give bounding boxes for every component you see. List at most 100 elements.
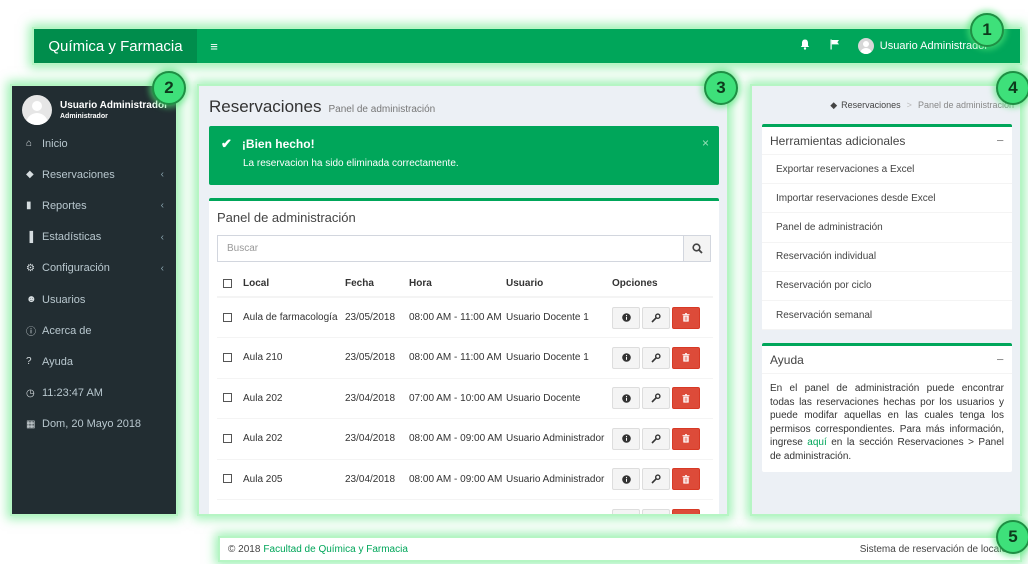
row-checkbox[interactable] xyxy=(223,312,232,322)
tool-link-4[interactable]: Reservación por ciclo xyxy=(762,272,1012,301)
cell-local: Aula de xyxy=(243,499,345,514)
marker-1: 1 xyxy=(970,13,1004,47)
tools-box-title: Herramientas adicionales xyxy=(770,133,906,148)
tool-link-1[interactable]: Importar reservaciones desde Excel xyxy=(762,184,1012,214)
info-button[interactable] xyxy=(612,468,640,491)
info-icon: ⓘ xyxy=(26,327,36,339)
chevron-left-icon: ‹ xyxy=(160,262,164,274)
sidebar-item-1[interactable]: ◆ Reservaciones ‹ xyxy=(12,159,176,190)
row-checkbox[interactable] xyxy=(223,393,232,403)
edit-button[interactable] xyxy=(642,346,670,369)
sidebar-item-2[interactable]: ▮ Reportes ‹ xyxy=(12,190,176,221)
column-header-fecha: Fecha xyxy=(345,271,409,298)
table-row: Aula 210 23/05/2018 08:00 AM - 11:00 AM Usu… xyxy=(217,337,713,379)
sidebar-item-6[interactable]: ⓘ Acerca de xyxy=(12,315,176,346)
sidebar-item-label: Usuarios xyxy=(42,293,86,306)
sidebar-item-8[interactable]: ◷ 11:23:47 AM xyxy=(12,378,176,409)
delete-button[interactable] xyxy=(672,508,700,514)
sidebar-item-7[interactable]: ? Ayuda xyxy=(12,346,176,377)
marker-5: 5 xyxy=(996,520,1028,554)
sidebar-user-panel: Usuario Administrador Administrador xyxy=(12,86,176,128)
row-checkbox[interactable] xyxy=(223,433,232,443)
info-button[interactable] xyxy=(612,387,640,410)
cell-usuario: Usuario Administrador xyxy=(506,459,612,500)
cell-hora: 08:00 AM - 09:00 AM xyxy=(409,418,506,460)
main-content: Reservaciones Panel de administración ✔ … xyxy=(199,86,727,514)
sidebar-item-label: 11:23:47 AM xyxy=(42,387,103,400)
column-header-opciones: Opciones xyxy=(612,271,713,298)
top-navbar: Química y Farmacia ≡ Usuario Administrad… xyxy=(34,29,1020,63)
delete-button[interactable] xyxy=(672,346,700,369)
check-icon: ✔ xyxy=(221,136,232,151)
edit-button[interactable] xyxy=(642,508,670,514)
brand-logo[interactable]: Química y Farmacia xyxy=(34,29,197,63)
info-button[interactable] xyxy=(612,508,640,514)
search-input[interactable] xyxy=(218,236,683,261)
info-icon xyxy=(621,434,631,444)
wrench-icon xyxy=(651,474,661,484)
edit-button[interactable] xyxy=(642,387,670,410)
cell-local: Aula 202 xyxy=(243,378,345,419)
select-all-checkbox[interactable] xyxy=(223,278,232,288)
footer: © 2018 Facultad de Química y Farmacia Si… xyxy=(220,538,1020,560)
cell-hora: 08:00 AM - 11:00 AM xyxy=(409,337,506,379)
alert-heading: ¡Bien hecho! xyxy=(241,137,315,151)
column-header-usuario: Usuario xyxy=(506,271,612,298)
reservations-table: Local Fecha Hora Usuario Opciones Aula d… xyxy=(217,271,713,514)
tool-link-0[interactable]: Exportar reservaciones a Excel xyxy=(762,155,1012,185)
info-button[interactable] xyxy=(612,427,640,450)
sidebar-item-3[interactable]: ▐ Estadísticas ‹ xyxy=(12,222,176,253)
help-link[interactable]: aquí xyxy=(807,437,826,448)
table-header-row: Local Fecha Hora Usuario Opciones xyxy=(217,271,713,298)
flag-icon[interactable] xyxy=(820,39,850,53)
wrench-icon xyxy=(651,434,661,444)
collapse-icon[interactable]: − xyxy=(996,352,1004,367)
cell-hora: 08:00 AM - 11:00 AM xyxy=(409,297,506,338)
marker-4: 4 xyxy=(996,71,1028,105)
sidebar-item-label: Reportes xyxy=(42,199,87,212)
sidebar-item-0[interactable]: ⌂ Inicio xyxy=(12,128,176,159)
delete-button[interactable] xyxy=(672,468,700,491)
alert-message: La reservacion ha sido eliminada correct… xyxy=(243,158,459,169)
help-text: En el panel de administración puede enco… xyxy=(762,374,1012,472)
users-icon: ☻ xyxy=(26,294,37,306)
bell-icon[interactable] xyxy=(790,39,820,53)
chevron-left-icon: ‹ xyxy=(160,200,164,212)
tool-link-5[interactable]: Reservación semanal xyxy=(762,301,1012,331)
edit-button[interactable] xyxy=(642,468,670,491)
hamburger-menu-icon[interactable]: ≡ xyxy=(201,39,227,54)
delete-button[interactable] xyxy=(672,427,700,450)
info-icon xyxy=(621,313,631,322)
edit-button[interactable] xyxy=(642,306,670,329)
tool-link-2[interactable]: Panel de administración xyxy=(762,213,1012,243)
sidebar-item-4[interactable]: ⚙ Configuración ‹ xyxy=(12,253,176,284)
cell-opciones xyxy=(612,499,713,514)
row-checkbox[interactable] xyxy=(223,352,232,362)
cell-opciones xyxy=(612,378,713,419)
sidebar-item-5[interactable]: ☻ Usuarios xyxy=(12,284,176,315)
table-row: Aula de 08:00 AM - 09:00 xyxy=(217,499,713,514)
info-button[interactable] xyxy=(612,346,640,369)
sidebar-menu: ⌂ Inicio ◆ Reservaciones ‹ ▮ Reportes ‹ ▐ Estadís… xyxy=(12,128,176,440)
breadcrumb-item-reservaciones[interactable]: Reservaciones xyxy=(841,100,901,110)
footer-link[interactable]: Facultad de Química y Farmacia xyxy=(263,544,408,555)
home-icon: ⌂ xyxy=(26,138,33,150)
close-icon[interactable]: × xyxy=(702,136,709,150)
edit-button[interactable] xyxy=(642,427,670,450)
row-checkbox[interactable] xyxy=(223,474,232,484)
collapse-icon[interactable]: − xyxy=(996,133,1004,148)
info-button[interactable] xyxy=(612,306,640,329)
cell-opciones xyxy=(612,459,713,500)
panel-title: Panel de administración xyxy=(217,210,356,225)
sidebar-item-9[interactable]: ▦ Dom, 20 Mayo 2018 xyxy=(12,409,176,440)
delete-button[interactable] xyxy=(672,387,700,410)
cell-fecha: 23/05/2018 xyxy=(345,297,409,338)
wrench-icon xyxy=(651,393,661,403)
search-icon[interactable] xyxy=(683,236,710,261)
sidebar-item-label: Dom, 20 Mayo 2018 xyxy=(42,418,142,431)
table-row: Aula de farmacología 23/05/2018 08:00 AM -… xyxy=(217,297,713,338)
delete-button[interactable] xyxy=(672,306,700,329)
sidebar-item-label: Reservaciones xyxy=(42,168,115,181)
tool-link-3[interactable]: Reservación individual xyxy=(762,243,1012,272)
trash-icon xyxy=(682,474,690,484)
